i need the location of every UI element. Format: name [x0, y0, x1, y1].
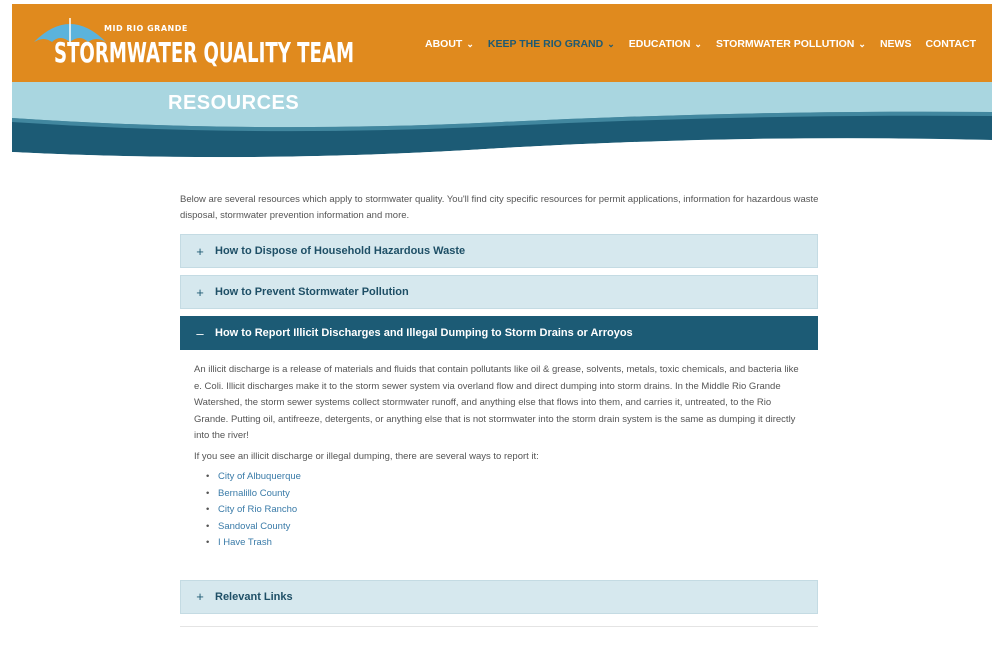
nav-item-keep-the-rio-grand[interactable]: KEEP THE RIO GRAND ⌄: [488, 38, 615, 50]
page-frame: MID RIO GRANDE STORMWATER QUALITY TEAM A…: [12, 4, 992, 644]
chevron-down-icon: ⌄: [607, 38, 615, 49]
nav-label: ABOUT: [425, 38, 463, 50]
main-nav: ABOUT ⌄ KEEP THE RIO GRAND ⌄ EDUCATION ⌄ ST…: [425, 38, 976, 50]
nav-item-contact[interactable]: CONTACT: [925, 38, 976, 50]
nav-item-education[interactable]: EDUCATION ⌄: [629, 38, 702, 50]
nav-label: EDUCATION: [628, 38, 691, 50]
accordion-item: + How to Prevent Stormwater Pollution: [180, 275, 818, 309]
logo-wordmark: STORMWATER QUALITY TEAM: [54, 36, 355, 69]
list-item: I Have Trash: [206, 535, 804, 552]
minus-icon: –: [196, 325, 204, 341]
plus-icon: +: [196, 589, 204, 604]
accordion-title: How to Prevent Stormwater Pollution: [215, 286, 409, 298]
nav-label: KEEP THE RIO GRAND: [487, 38, 604, 50]
link-sandoval-county[interactable]: Sandoval County: [218, 521, 290, 532]
list-item: City of Albuquerque: [206, 469, 804, 486]
page-banner: RESOURCES: [12, 82, 992, 174]
nav-label: STORMWATER POLLUTION: [715, 38, 855, 50]
nav-item-about[interactable]: ABOUT ⌄: [425, 38, 474, 50]
link-city-of-albuquerque[interactable]: City of Albuquerque: [218, 471, 301, 482]
accordion-title: Relevant Links: [215, 590, 293, 603]
accordion-item: – How to Report Illicit Discharges and I…: [180, 316, 818, 566]
link-i-have-trash[interactable]: I Have Trash: [218, 537, 272, 548]
list-item: Bernalillo County: [206, 486, 804, 503]
chevron-down-icon: ⌄: [858, 38, 866, 49]
accordion-item: + How to Dispose of Household Hazardous …: [180, 234, 818, 268]
site-logo[interactable]: MID RIO GRANDE STORMWATER QUALITY TEAM: [30, 12, 354, 74]
divider: [180, 625, 818, 627]
report-intro-text: If you see an illicit discharge or illeg…: [194, 450, 539, 462]
nav-label: NEWS: [879, 38, 912, 50]
accordion-toggle-report-illicit-discharges[interactable]: – How to Report Illicit Discharges and I…: [180, 316, 818, 350]
plus-icon: +: [196, 243, 204, 259]
chevron-down-icon: ⌄: [466, 38, 474, 49]
nav-label: CONTACT: [925, 38, 976, 50]
main-content: Below are several resources which apply …: [180, 192, 820, 627]
chevron-down-icon: ⌄: [694, 38, 702, 49]
nav-item-stormwater-pollution[interactable]: STORMWATER POLLUTION ⌄: [716, 38, 866, 50]
accordion-toggle-prevent-pollution[interactable]: + How to Prevent Stormwater Pollution: [180, 275, 818, 309]
nav-item-news[interactable]: NEWS: [880, 38, 912, 50]
list-item: City of Rio Rancho: [206, 502, 804, 519]
report-links-list: City of Albuquerque Bernalillo County Ci…: [194, 469, 804, 552]
accordion-title: How to Dispose of Household Hazardous Wa…: [215, 245, 466, 257]
accordion-item: + Relevant Links: [180, 579, 818, 614]
accordion-toggle-relevant-links[interactable]: + Relevant Links: [180, 579, 818, 614]
accordion-panel: An illicit discharge is a release of mat…: [180, 350, 818, 566]
logo-tagline: MID RIO GRANDE: [104, 24, 188, 33]
plus-icon: +: [196, 284, 204, 300]
intro-text: Below are several resources which apply …: [180, 194, 819, 221]
link-bernalillo-county[interactable]: Bernalillo County: [218, 488, 290, 499]
accordion-toggle-hazardous-waste[interactable]: + How to Dispose of Household Hazardous …: [180, 234, 818, 268]
wave-graphic: [12, 82, 992, 174]
illicit-discharge-description: An illicit discharge is a release of mat…: [194, 364, 799, 441]
accordion-title: How to Report Illicit Discharges and Ill…: [215, 327, 633, 339]
site-header: MID RIO GRANDE STORMWATER QUALITY TEAM A…: [12, 4, 992, 82]
link-city-of-rio-rancho[interactable]: City of Rio Rancho: [218, 504, 297, 515]
page-title: RESOURCES: [168, 92, 300, 114]
list-item: Sandoval County: [206, 519, 804, 536]
